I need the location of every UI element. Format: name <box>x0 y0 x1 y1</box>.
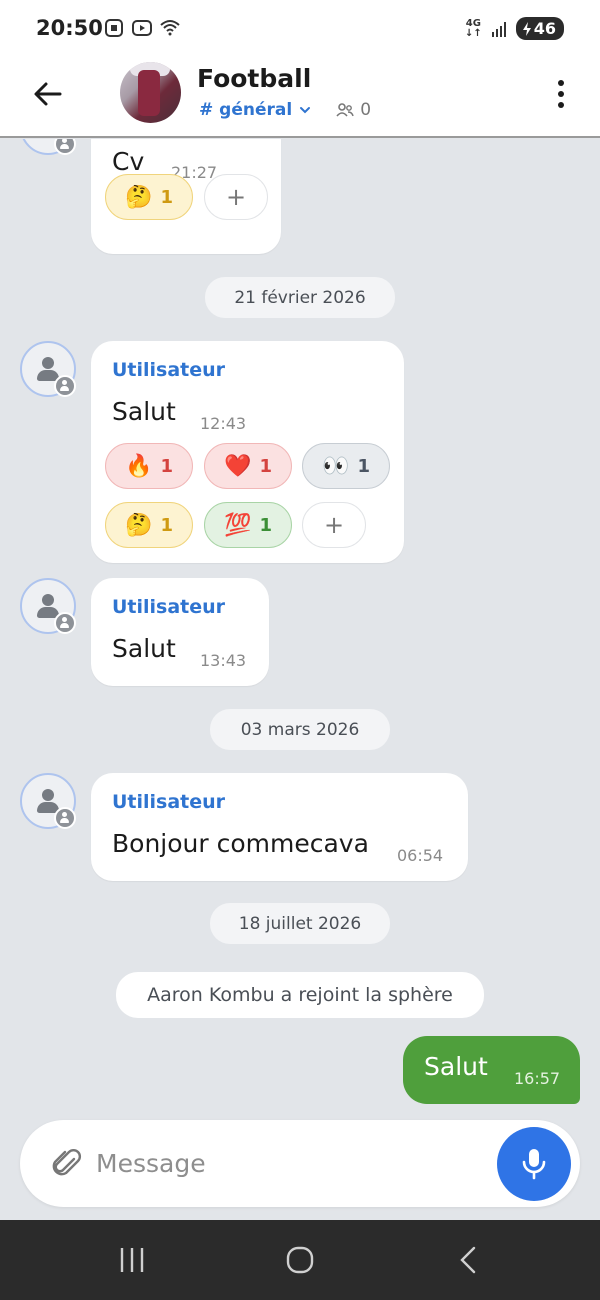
message-composer <box>20 1120 580 1207</box>
sender-name[interactable]: Utilisateur <box>112 596 225 618</box>
arrow-left-icon <box>34 82 62 106</box>
system-message: Aaron Kombu a rejoint la sphère <box>116 972 484 1018</box>
member-count: 0 <box>336 100 371 120</box>
status-bar: 20:50 4G ↓↑ 46 <box>0 0 600 58</box>
message-bubble[interactable]: Cv 21:27 🤔 1 + <box>91 139 281 254</box>
back-nav-icon <box>460 1246 476 1274</box>
members-icon <box>336 103 354 117</box>
chat-header: Football # général 0 <box>0 58 600 138</box>
channel-selector[interactable]: # général <box>199 100 292 120</box>
date-separator: 18 juillet 2026 <box>210 903 390 944</box>
charging-icon <box>522 21 531 36</box>
signal-icon <box>491 21 506 37</box>
sender-name[interactable]: Utilisateur <box>112 791 225 813</box>
group-avatar[interactable] <box>120 62 181 123</box>
system-nav-bar <box>0 1220 600 1300</box>
message-time: 06:54 <box>397 846 444 865</box>
more-options-button[interactable] <box>546 74 576 114</box>
recent-apps-button[interactable] <box>112 1240 152 1280</box>
screenshot-icon <box>105 19 123 37</box>
fire-emoji: 🔥 <box>125 453 153 479</box>
message-text: Bonjour commecava <box>112 829 369 858</box>
media-icon <box>132 20 152 36</box>
message-time: 13:43 <box>200 651 247 670</box>
user-avatar[interactable] <box>20 139 76 155</box>
date-separator: 03 mars 2026 <box>210 709 390 750</box>
battery-indicator: 46 <box>515 17 564 40</box>
message-text: Cv <box>112 147 145 176</box>
user-avatar[interactable] <box>20 773 76 829</box>
message-text: Salut <box>424 1052 488 1081</box>
status-time: 20:50 <box>36 16 103 40</box>
outgoing-message-bubble[interactable]: Salut 16:57 <box>403 1036 580 1104</box>
thinking-emoji: 🤔 <box>125 512 153 538</box>
message-bubble[interactable]: Utilisateur Salut 12:43 🔥 1 ❤️ 1 👀 1 🤔 1… <box>91 341 404 563</box>
reaction-chip[interactable]: 🤔 1 <box>105 174 193 220</box>
home-button[interactable] <box>280 1240 320 1280</box>
chevron-down-icon[interactable] <box>298 103 312 117</box>
message-list[interactable]: Cv 21:27 🤔 1 + 21 février 2026 Utilisate… <box>0 139 600 1220</box>
date-separator: 21 février 2026 <box>205 277 395 318</box>
message-bubble[interactable]: Utilisateur Salut 13:43 <box>91 578 269 686</box>
sender-name[interactable]: Utilisateur <box>112 359 225 381</box>
add-reaction-button[interactable]: + <box>302 502 366 548</box>
message-text: Salut <box>112 634 176 663</box>
reaction-chip[interactable]: 👀 1 <box>302 443 390 489</box>
add-reaction-button[interactable]: + <box>204 174 268 220</box>
message-text: Salut <box>112 397 176 426</box>
wifi-icon <box>160 20 180 36</box>
chat-title[interactable]: Football <box>197 64 311 93</box>
eyes-emoji: 👀 <box>322 453 350 479</box>
home-icon <box>286 1246 314 1274</box>
back-button[interactable] <box>28 74 68 114</box>
paperclip-icon[interactable] <box>50 1147 84 1181</box>
hundred-emoji: 💯 <box>224 512 252 538</box>
user-avatar[interactable] <box>20 578 76 634</box>
heart-emoji: ❤️ <box>224 453 252 479</box>
back-nav-button[interactable] <box>448 1240 488 1280</box>
reaction-chip[interactable]: 🤔 1 <box>105 502 193 548</box>
thinking-emoji: 🤔 <box>125 184 153 210</box>
message-time: 12:43 <box>200 414 247 433</box>
reaction-chip[interactable]: 🔥 1 <box>105 443 193 489</box>
reaction-chip[interactable]: ❤️ 1 <box>204 443 292 489</box>
message-input[interactable] <box>96 1143 476 1183</box>
recent-apps-icon <box>120 1248 144 1272</box>
mic-button[interactable] <box>497 1127 571 1201</box>
user-avatar[interactable] <box>20 341 76 397</box>
reaction-chip[interactable]: 💯 1 <box>204 502 292 548</box>
message-bubble[interactable]: Utilisateur Bonjour commecava 06:54 <box>91 773 468 881</box>
message-time: 16:57 <box>514 1069 561 1088</box>
network-indicator: 4G ↓↑ <box>464 17 482 39</box>
microphone-icon <box>522 1149 546 1180</box>
